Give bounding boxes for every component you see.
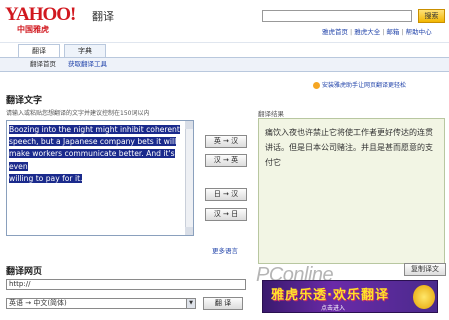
yahoo-logo[interactable]: YAHOO! 中国雅虎	[5, 5, 90, 35]
product-name: 翻译	[92, 10, 114, 23]
tab-divider	[0, 42, 449, 43]
source-line: willing to pay for it.	[9, 173, 83, 183]
search-input[interactable]	[262, 10, 412, 22]
source-textarea[interactable]: Boozing into the night might inhibit coh…	[6, 120, 194, 236]
promo-text: 安装雅虎助手让网页翻译更轻松	[322, 82, 407, 89]
zh-to-ja-button[interactable]: 汉 → 日	[205, 208, 247, 221]
chevron-down-icon[interactable]: ▼	[186, 299, 195, 308]
source-scrollbar[interactable]	[185, 121, 193, 235]
ad-subtext: 点击进入	[321, 305, 346, 312]
promo-link[interactable]: 安装雅虎助手让网页翻译更轻松	[313, 80, 406, 89]
source-line: speech, but a Japanese company bets it w…	[9, 137, 177, 147]
link-yahoo-home[interactable]: 雅虎首页	[322, 28, 348, 36]
tab-translate[interactable]: 翻译	[18, 44, 60, 57]
zh-to-en-button[interactable]: 汉 → 英	[205, 154, 247, 167]
source-text: Boozing into the night might inhibit coh…	[7, 121, 193, 188]
subnav-translate-home[interactable]: 翻译首页	[30, 60, 56, 69]
link-help[interactable]: 帮助中心	[406, 28, 432, 36]
ad-headline: 雅虎乐透·欢乐翻译	[271, 288, 389, 303]
link-yahoo-directory[interactable]: 雅虎大全	[354, 28, 380, 36]
source-line: Boozing into the night might inhibit coh…	[9, 125, 180, 134]
copy-translation-button[interactable]: 复制译文	[404, 263, 446, 276]
scroll-up-arrow[interactable]	[185, 121, 193, 129]
input-hint: 请输入或粘贴您想翻译的文字并建议控制在150词以内	[6, 110, 150, 117]
scroll-down-arrow[interactable]	[185, 227, 193, 235]
ja-to-zh-button[interactable]: 日 → 汉	[205, 188, 247, 201]
more-languages-link[interactable]: 更多语言	[212, 245, 238, 255]
search-button[interactable]: 搜索	[418, 9, 445, 23]
language-select-value: 英语 → 中文(简体)	[9, 299, 67, 307]
subnav-get-tools[interactable]: 获取翻译工具	[68, 60, 107, 69]
language-select[interactable]: 英语 → 中文(简体) ▼	[6, 298, 196, 309]
result-text: 痛饮入夜也许禁止它将使工作者更好传达的连贯讲话。但是日本公司赌注。并且是甚而愿意…	[265, 128, 433, 167]
source-line: make workers communicate better. And it'…	[9, 149, 175, 171]
assistant-icon	[313, 82, 320, 89]
top-links: 雅虎首页 | 雅虎大全 | 邮箱 | 帮助中心	[322, 28, 432, 36]
result-panel: 痛饮入夜也许禁止它将使工作者更好传达的连贯讲话。但是日本公司赌注。并且是甚而愿意…	[258, 118, 445, 264]
logo-text: YAHOO!	[5, 4, 76, 25]
result-label: 翻译结果	[258, 110, 284, 118]
logo-subtitle: 中国雅虎	[17, 25, 49, 34]
url-input[interactable]: http://	[6, 279, 246, 290]
translate-webpage-title: 翻译网页	[6, 267, 43, 277]
en-to-zh-button[interactable]: 英 → 汉	[205, 135, 247, 148]
translate-text-title: 翻译文字	[6, 96, 43, 106]
tab-dictionary[interactable]: 字典	[64, 44, 106, 57]
ad-mascot-icon	[413, 285, 435, 309]
translate-webpage-button[interactable]: 翻 译	[203, 297, 243, 310]
link-mail[interactable]: 邮箱	[386, 28, 399, 36]
ad-banner[interactable]: 雅虎乐透·欢乐翻译 点击进入	[262, 280, 438, 313]
